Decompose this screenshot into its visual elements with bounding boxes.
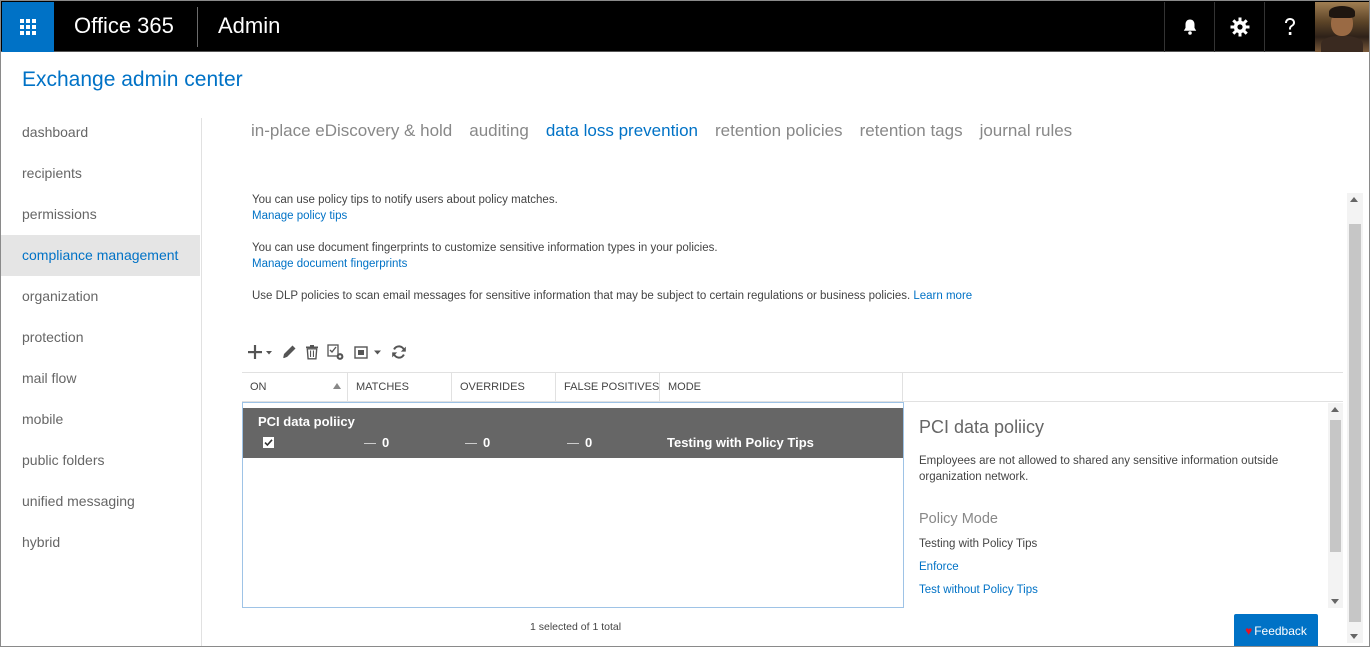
nav-item-organization[interactable]: organization: [0, 276, 200, 317]
edit-icon[interactable]: [281, 344, 297, 360]
matches-value: 0: [382, 435, 390, 450]
dash-icon: [364, 443, 376, 445]
false-positives-value: 0: [585, 435, 593, 450]
nav-separator: [201, 118, 202, 647]
tab-auditing[interactable]: auditing: [469, 121, 529, 141]
tab-retention-policies[interactable]: retention policies: [715, 121, 843, 141]
brand-title[interactable]: Office 365: [74, 13, 174, 39]
topbar-divider: [197, 7, 198, 47]
help-icon[interactable]: [1264, 2, 1314, 52]
nav-item-public-folders[interactable]: public folders: [0, 440, 200, 481]
feedback-button[interactable]: ♥ Feedback: [1234, 614, 1318, 647]
tab-data-loss-prevention[interactable]: data loss prevention: [546, 121, 698, 141]
nav-item-unified-messaging[interactable]: unified messaging: [0, 481, 200, 522]
tab-bar: in-place eDiscovery & hold auditing data…: [251, 121, 1072, 141]
dash-icon: [465, 443, 477, 445]
manage-policy-tips-link[interactable]: Manage policy tips: [252, 210, 347, 222]
table-row[interactable]: PCI data poliicy 0 0 0 Testing with Poli…: [243, 408, 903, 458]
tab-retention-tags[interactable]: retention tags: [860, 121, 963, 141]
false-positives-cell: 0: [567, 435, 592, 450]
manage-fingerprints-link[interactable]: Manage document fingerprints: [252, 258, 407, 270]
column-on-label: ON: [250, 381, 267, 393]
nav-item-mobile[interactable]: mobile: [0, 399, 200, 440]
details-description: Employees are not allowed to shared any …: [919, 455, 1279, 483]
scroll-up-icon[interactable]: [1350, 197, 1358, 202]
heart-icon: ♥: [1245, 623, 1253, 638]
test-without-tips-link[interactable]: Test without Policy Tips: [919, 584, 1038, 596]
nav-item-recipients[interactable]: recipients: [0, 153, 200, 194]
column-matches[interactable]: MATCHES: [348, 373, 452, 402]
toolbar: [247, 342, 415, 362]
nav-item-permissions[interactable]: permissions: [0, 194, 200, 235]
policy-tips-text: You can use policy tips to notify users …: [252, 194, 558, 206]
overrides-cell: 0: [465, 435, 490, 450]
enabled-checkbox[interactable]: [263, 437, 274, 448]
left-nav: dashboard recipients permissions complia…: [0, 112, 200, 563]
column-overrides[interactable]: OVERRIDES: [452, 373, 556, 402]
avatar[interactable]: [1315, 2, 1369, 52]
dlp-text: Use DLP policies to scan email messages …: [252, 290, 911, 302]
details-scrollbar[interactable]: [1328, 403, 1343, 608]
selection-status: 1 selected of 1 total: [530, 621, 622, 633]
scroll-thumb[interactable]: [1349, 224, 1361, 622]
policy-name: PCI data poliicy: [258, 414, 355, 429]
policy-mode-heading: Policy Mode: [919, 511, 998, 527]
import-icon[interactable]: [353, 344, 383, 360]
feedback-label: Feedback: [1254, 623, 1307, 638]
tab-journal-rules[interactable]: journal rules: [980, 121, 1073, 141]
section-title: Admin: [218, 13, 281, 38]
nav-item-mail-flow[interactable]: mail flow: [0, 358, 200, 399]
bell-icon[interactable]: [1164, 2, 1214, 52]
learn-more-link[interactable]: Learn more: [913, 290, 972, 302]
refresh-icon[interactable]: [391, 344, 407, 360]
copy-icon[interactable]: [327, 343, 345, 361]
gear-icon[interactable]: [1214, 2, 1264, 52]
nav-item-protection[interactable]: protection: [0, 317, 200, 358]
nav-item-hybrid[interactable]: hybrid: [0, 522, 200, 563]
tab-ediscovery-hold[interactable]: in-place eDiscovery & hold: [251, 121, 452, 141]
app-launcher-icon[interactable]: [2, 2, 54, 52]
overrides-value: 0: [483, 435, 491, 450]
page-scrollbar[interactable]: [1347, 193, 1363, 643]
add-icon[interactable]: [247, 344, 273, 360]
details-title: PCI data poliicy: [919, 417, 1045, 437]
grid-header: ON MATCHES OVERRIDES FALSE POSITIVES MOD…: [242, 372, 1343, 402]
scroll-thumb[interactable]: [1330, 420, 1341, 552]
scroll-down-icon[interactable]: [1350, 634, 1358, 639]
fingerprints-text: You can use document fingerprints to cus…: [252, 242, 718, 254]
nav-item-dashboard[interactable]: dashboard: [0, 112, 200, 153]
column-false-positives[interactable]: FALSE POSITIVES: [556, 373, 660, 402]
sort-ascending-icon: [333, 383, 341, 389]
column-on[interactable]: ON: [242, 373, 348, 402]
details-pane: PCI data poliicy Employees are not allow…: [904, 403, 1327, 608]
matches-cell: 0: [364, 435, 389, 450]
dlp-description: Use DLP policies to scan email messages …: [252, 290, 972, 302]
page-title: Exchange admin center: [22, 68, 243, 91]
column-mode[interactable]: MODE: [660, 373, 903, 402]
mode-value: Testing with Policy Tips: [667, 435, 814, 450]
top-bar: Office 365 Admin: [0, 0, 1370, 52]
policy-list: PCI data poliicy 0 0 0 Testing with Poli…: [242, 402, 904, 608]
scroll-down-icon[interactable]: [1331, 599, 1339, 604]
current-mode: Testing with Policy Tips: [919, 538, 1038, 550]
enforce-link[interactable]: Enforce: [919, 561, 959, 573]
delete-icon[interactable]: [305, 344, 319, 360]
nav-item-compliance-management[interactable]: compliance management: [0, 235, 200, 276]
dash-icon: [567, 443, 579, 445]
scroll-up-icon[interactable]: [1331, 407, 1339, 412]
